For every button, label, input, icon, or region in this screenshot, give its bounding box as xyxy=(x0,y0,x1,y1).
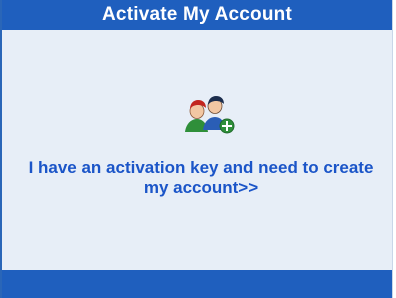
panel-body: I have an activation key and need to cre… xyxy=(2,30,392,270)
panel-footer xyxy=(2,270,392,298)
activation-key-link[interactable]: I have an activation key and need to cre… xyxy=(26,158,376,198)
panel-header: Activate My Account xyxy=(2,0,392,30)
users-add-icon[interactable] xyxy=(175,88,239,138)
panel-title: Activate My Account xyxy=(102,4,292,25)
activate-account-panel: Activate My Account I have an activation… xyxy=(0,0,393,298)
